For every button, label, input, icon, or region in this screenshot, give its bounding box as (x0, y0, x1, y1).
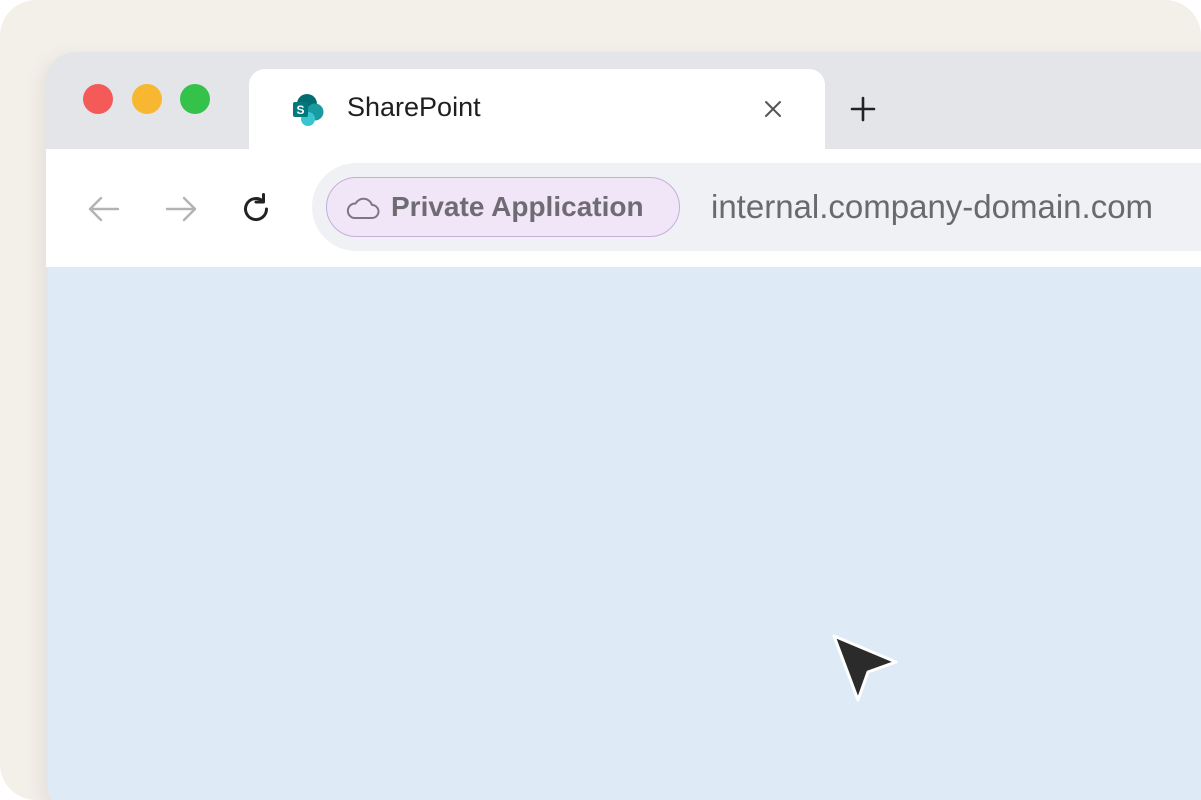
canvas: S SharePoint Private Application interna… (0, 0, 1201, 800)
mouse-pointer-icon (832, 634, 898, 702)
window-close-button[interactable] (83, 84, 113, 114)
browser-window: S SharePoint Private Application interna… (46, 52, 1201, 800)
plus-icon[interactable] (846, 92, 880, 126)
url-text[interactable]: internal.company-domain.com (711, 187, 1153, 227)
sharepoint-logo-icon: S (293, 94, 324, 126)
window-minimize-button[interactable] (132, 84, 162, 114)
close-icon[interactable] (759, 95, 787, 123)
tab-title: SharePoint (347, 92, 481, 122)
badge-label: Private Application (391, 191, 644, 222)
reload-icon[interactable] (238, 191, 274, 227)
arrow-right-icon[interactable] (163, 191, 199, 227)
tab-sharepoint[interactable]: S SharePoint (249, 69, 825, 153)
address-bar[interactable]: Private Application internal.company-dom… (312, 163, 1201, 251)
page-content (48, 267, 1201, 800)
svg-text:S: S (296, 103, 304, 117)
arrow-left-icon[interactable] (86, 191, 122, 227)
cloud-icon (346, 197, 380, 219)
window-maximize-button[interactable] (180, 84, 210, 114)
toolbar: Private Application internal.company-dom… (46, 149, 1201, 267)
private-application-badge[interactable]: Private Application (326, 177, 680, 237)
